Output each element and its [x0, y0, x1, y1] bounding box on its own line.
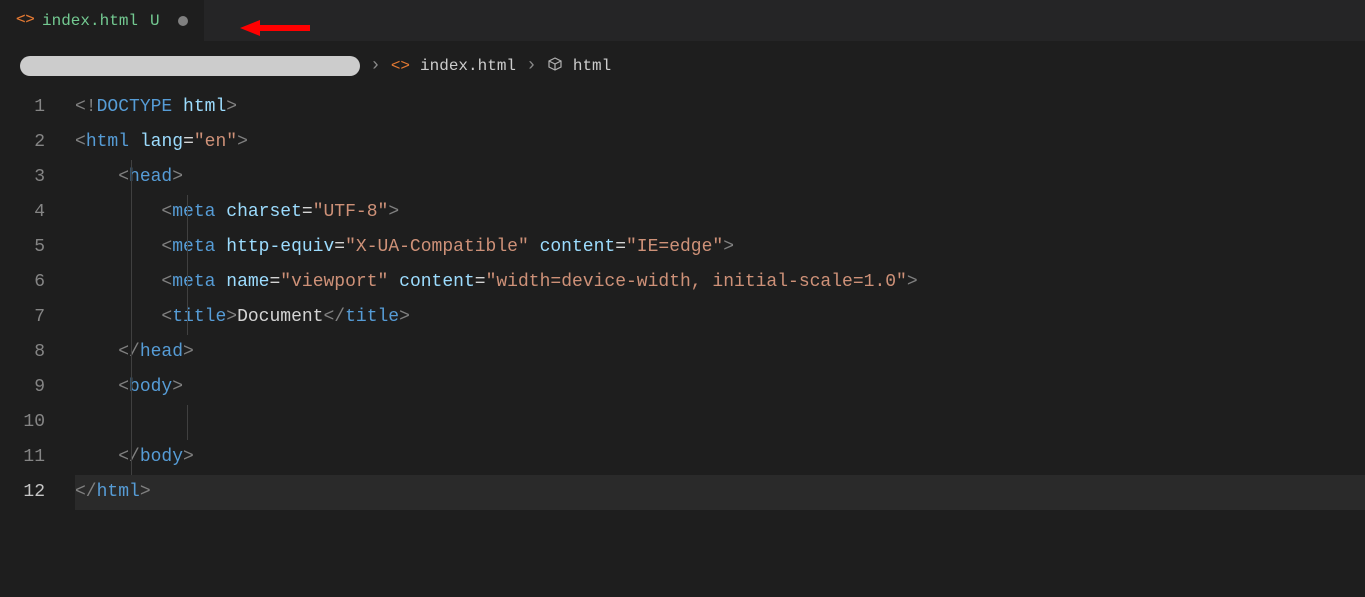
unsaved-dot-icon[interactable] [178, 16, 188, 26]
chevron-right-icon: › [370, 56, 381, 76]
tab-git-status: U [150, 12, 160, 30]
chevron-right-icon: › [526, 56, 537, 76]
code-line[interactable]: </head> [75, 335, 1365, 370]
line-number[interactable]: 5 [0, 230, 45, 265]
line-number[interactable]: 10 [0, 405, 45, 440]
code-line[interactable]: </html> [75, 475, 1365, 510]
code-line[interactable]: <meta charset="UTF-8"> [75, 195, 1365, 230]
code-editor[interactable]: 1 2 3 4 5 6 7 8 9 10 11 12 <!DOCTYPE htm… [0, 82, 1365, 510]
code-content[interactable]: <!DOCTYPE html> <html lang="en"> <head> … [75, 90, 1365, 510]
code-line[interactable]: <body> [75, 370, 1365, 405]
tab-filename: index.html [42, 12, 138, 30]
svg-text:<>: <> [16, 9, 34, 27]
breadcrumb-symbol[interactable]: html [573, 57, 611, 75]
code-line[interactable]: <!DOCTYPE html> [75, 90, 1365, 125]
editor-tab[interactable]: <> index.html U [0, 0, 204, 42]
line-number[interactable]: 1 [0, 90, 45, 125]
line-number[interactable]: 11 [0, 440, 45, 475]
html-file-icon: <> [16, 9, 34, 33]
line-number[interactable]: 3 [0, 160, 45, 195]
line-number[interactable]: 9 [0, 370, 45, 405]
line-number[interactable]: 6 [0, 265, 45, 300]
arrow-annotation-icon [240, 18, 310, 43]
line-number[interactable]: 4 [0, 195, 45, 230]
line-gutter: 1 2 3 4 5 6 7 8 9 10 11 12 [0, 90, 75, 510]
line-number[interactable]: 2 [0, 125, 45, 160]
breadcrumb-path-redacted [20, 56, 360, 76]
code-line[interactable]: <meta http-equiv="X-UA-Compatible" conte… [75, 230, 1365, 265]
code-line[interactable] [75, 405, 1365, 440]
code-line[interactable]: </body> [75, 440, 1365, 475]
code-line[interactable]: <head> [75, 160, 1365, 195]
breadcrumb[interactable]: › <> index.html › html [0, 42, 1365, 82]
tab-bar: <> index.html U [0, 0, 1365, 42]
html-file-icon: <> [391, 57, 410, 75]
code-line[interactable]: <meta name="viewport" content="width=dev… [75, 265, 1365, 300]
line-number[interactable]: 8 [0, 335, 45, 370]
symbol-cube-icon [547, 56, 563, 77]
line-number[interactable]: 12 [0, 475, 45, 510]
code-line[interactable]: <title>Document</title> [75, 300, 1365, 335]
line-number[interactable]: 7 [0, 300, 45, 335]
code-line[interactable]: <html lang="en"> [75, 125, 1365, 160]
breadcrumb-file[interactable]: index.html [420, 57, 516, 75]
